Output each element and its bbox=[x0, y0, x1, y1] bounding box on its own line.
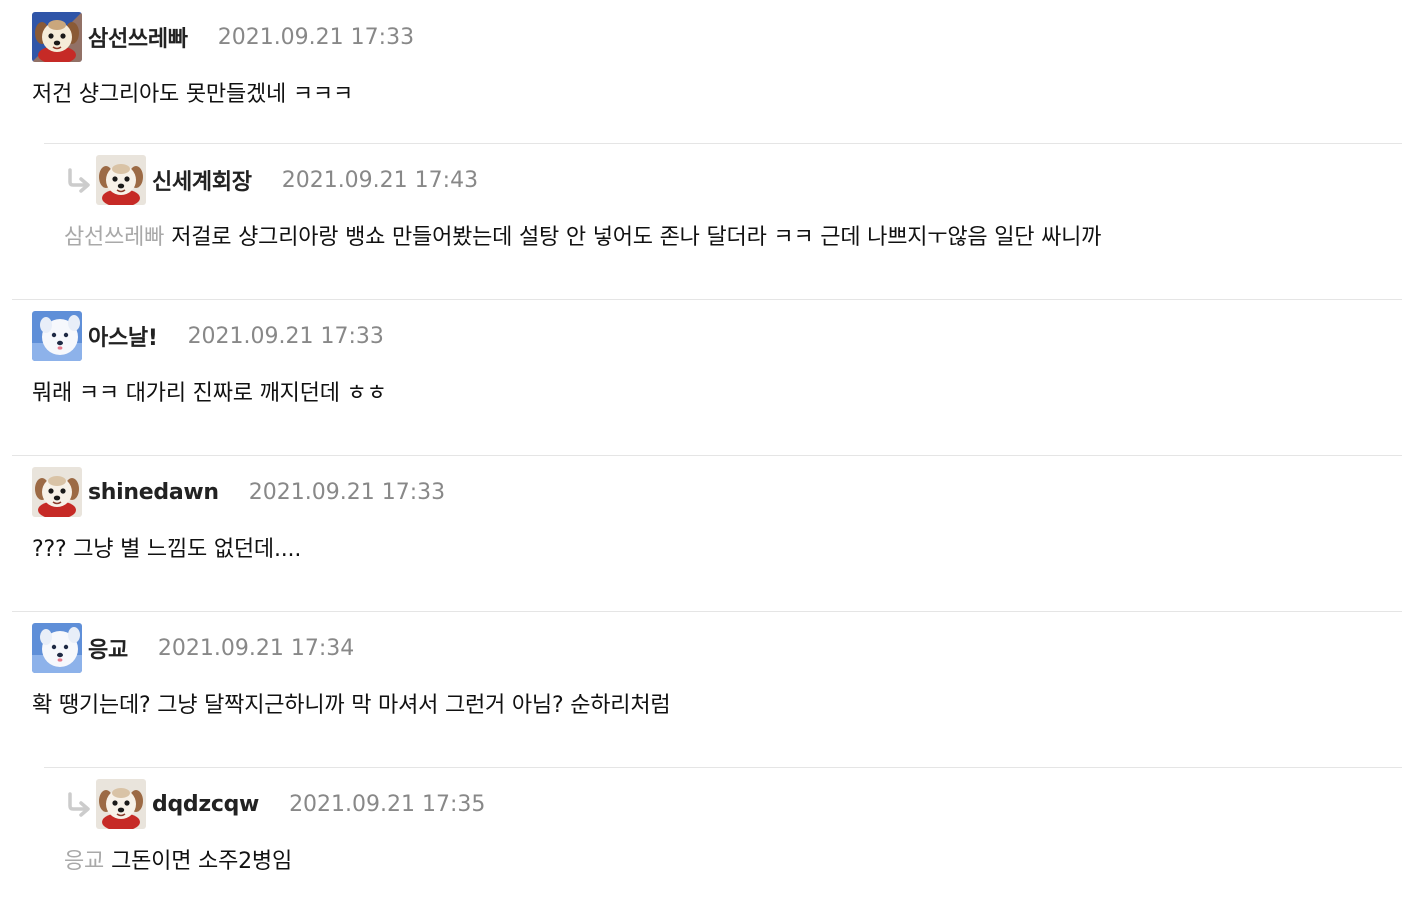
avatar[interactable] bbox=[32, 467, 82, 517]
comment-text: 저건 샹그리아도 못만들겠네 ㅋㅋㅋ bbox=[32, 82, 353, 107]
mention-tag[interactable]: 응교 bbox=[64, 849, 104, 874]
divider bbox=[12, 611, 1402, 612]
comment-nickname[interactable]: 삼선쓰레빠 bbox=[88, 21, 188, 53]
comment-date: 2021.09.21 17:33 bbox=[217, 24, 415, 50]
comment-header: 신세계회장 2021.09.21 17:43 bbox=[64, 155, 478, 205]
mention-tag[interactable]: 삼선쓰레빠 bbox=[64, 225, 164, 250]
comment-nickname[interactable]: dqdzcqw bbox=[152, 792, 259, 817]
comment-text: 삼선쓰레빠 저걸로 샹그리아랑 뱅쇼 만들어봤는데 설탕 안 넣어도 존나 달더라… bbox=[64, 223, 1101, 253]
divider bbox=[44, 767, 1402, 768]
avatar[interactable] bbox=[32, 311, 82, 361]
comment-nickname[interactable]: shinedawn bbox=[88, 480, 219, 505]
comment-nickname[interactable]: 신세계회장 bbox=[152, 164, 252, 196]
comment-header: 응교 2021.09.21 17:34 bbox=[32, 623, 354, 673]
comment-text: ??? 그냥 별 느낌도 없던데.... bbox=[32, 537, 302, 562]
comment-text: 확 땡기는데? 그냥 달짝지근하니까 막 마셔서 그런거 아님? 순하리처럼 bbox=[32, 693, 671, 718]
comment-header: 삼선쓰레빠 2021.09.21 17:33 bbox=[32, 12, 414, 62]
avatar[interactable] bbox=[32, 623, 82, 673]
divider bbox=[12, 299, 1402, 300]
divider bbox=[44, 143, 1402, 144]
comment-text: 뭐래 ㅋㅋ 대가리 진짜로 깨지던데 ㅎㅎ bbox=[32, 381, 387, 406]
avatar[interactable] bbox=[32, 12, 82, 62]
reply-arrow-icon bbox=[64, 165, 94, 195]
comment-nickname[interactable]: 아스날! bbox=[88, 320, 158, 352]
comment-text: 응교 그돈이면 소주2병임 bbox=[64, 847, 292, 877]
comment-header: 아스날! 2021.09.21 17:33 bbox=[32, 311, 384, 361]
comment-date: 2021.09.21 17:33 bbox=[187, 323, 384, 349]
comment-date: 2021.09.21 17:43 bbox=[281, 167, 479, 193]
reply-arrow-icon bbox=[64, 789, 94, 819]
comment-header: shinedawn 2021.09.21 17:33 bbox=[32, 467, 445, 517]
reply-text: 그돈이면 소주2병임 bbox=[111, 849, 293, 874]
comment-header: dqdzcqw 2021.09.21 17:35 bbox=[64, 779, 485, 829]
reply-text: 저걸로 샹그리아랑 뱅쇼 만들어봤는데 설탕 안 넣어도 존나 달더라 ㅋㅋ 근… bbox=[171, 225, 1102, 250]
comment-list: 삼선쓰레빠 2021.09.21 17:33 저건 샹그리아도 못만들겠네 ㅋㅋ… bbox=[0, 0, 1402, 922]
divider bbox=[12, 455, 1402, 456]
avatar[interactable] bbox=[96, 779, 146, 829]
comment-date: 2021.09.21 17:34 bbox=[157, 635, 355, 661]
comment-nickname[interactable]: 응교 bbox=[88, 632, 128, 664]
avatar[interactable] bbox=[96, 155, 146, 205]
comment-date: 2021.09.21 17:35 bbox=[289, 791, 486, 817]
comment-date: 2021.09.21 17:33 bbox=[248, 479, 446, 505]
